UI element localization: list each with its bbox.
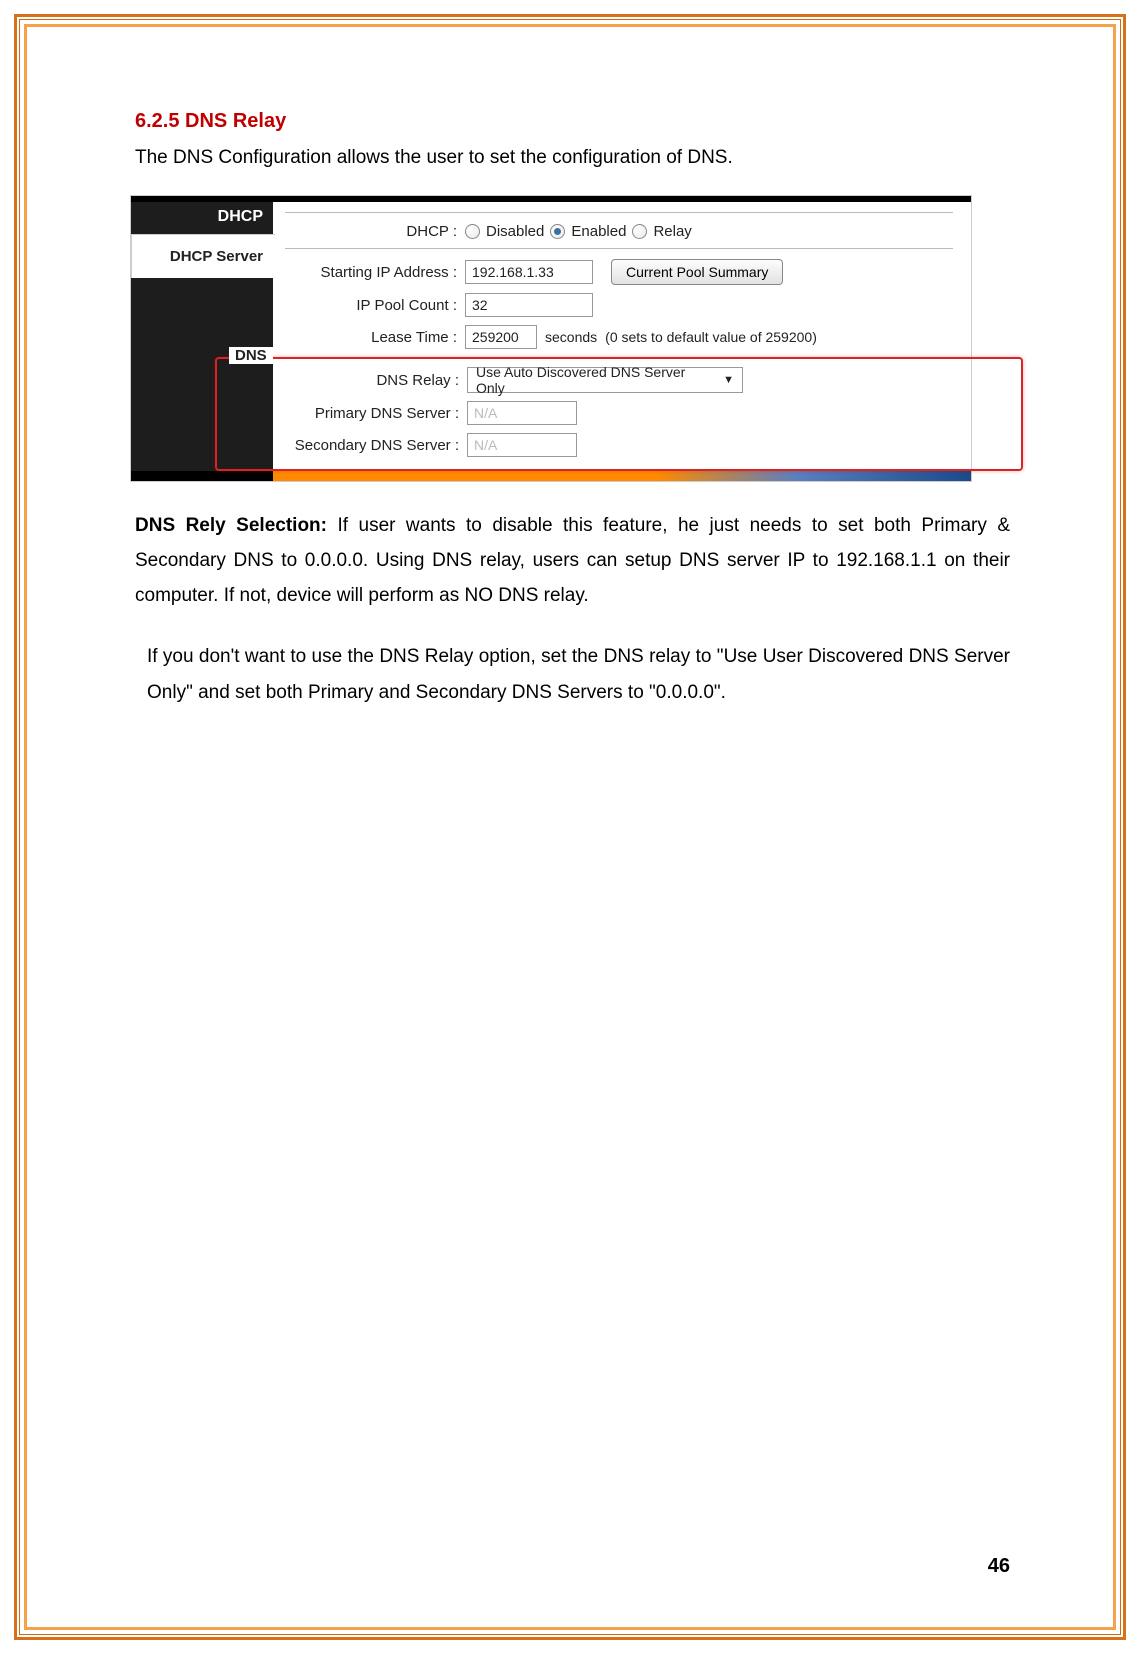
radio-enabled-label: Enabled (571, 223, 626, 240)
shot-main: DHCP : Disabled Enabled Relay Starting I… (273, 202, 971, 471)
dns-relay-label: DNS Relay : (287, 372, 467, 389)
section-intro: The DNS Configuration allows the user to… (135, 147, 1010, 169)
tab-dhcp-server[interactable]: DHCP Server (131, 234, 275, 278)
pool-count-label: IP Pool Count : (285, 297, 465, 314)
radio-disabled[interactable] (465, 224, 480, 239)
divider (285, 248, 953, 249)
dns-fieldset: DNS DNS Relay : Use Auto Discovered DNS … (215, 357, 1023, 471)
start-ip-label: Starting IP Address : (285, 264, 465, 281)
tab-dhcp[interactable]: DHCP (206, 202, 275, 232)
radio-relay[interactable] (632, 224, 647, 239)
para2-b2: 0.0.0.0 (656, 682, 714, 703)
chevron-down-icon: ▼ (723, 374, 734, 386)
pool-count-input[interactable] (465, 293, 593, 317)
section-heading: 6.2.5 DNS Relay (135, 110, 1010, 133)
primary-dns-input[interactable] (467, 401, 577, 425)
secondary-dns-label: Secondary DNS Server : (287, 437, 467, 454)
divider (285, 212, 953, 213)
para2-p2: " and set both Primary and Secondary DNS… (186, 682, 656, 703)
pool-summary-button[interactable]: Current Pool Summary (611, 259, 783, 285)
page-number: 46 (988, 1555, 1010, 1578)
para1-lead: DNS Rely Selection: (135, 515, 327, 536)
radio-disabled-label: Disabled (486, 223, 544, 240)
dns-relay-select[interactable]: Use Auto Discovered DNS Server Only ▼ (467, 367, 743, 393)
lease-input[interactable] (465, 325, 537, 349)
dns-relay-select-value: Use Auto Discovered DNS Server Only (476, 364, 715, 396)
para2-p3: ". (714, 682, 726, 703)
para2-p1: If you don't want to use the DNS Relay o… (147, 646, 724, 667)
lease-unit: seconds (545, 329, 597, 345)
radio-enabled[interactable] (550, 224, 565, 239)
shot-bottom-bar (131, 471, 971, 481)
paragraph-1: DNS Rely Selection: If user wants to dis… (135, 508, 1010, 613)
config-screenshot: DHCP DHCP Server DHCP : Disabled Enabled… (130, 195, 972, 482)
start-ip-input[interactable] (465, 260, 593, 284)
lease-note: (0 sets to default value of 259200) (605, 329, 817, 345)
radio-relay-label: Relay (653, 223, 691, 240)
secondary-dns-input[interactable] (467, 433, 577, 457)
dhcp-label: DHCP : (285, 223, 465, 240)
paragraph-2: If you don't want to use the DNS Relay o… (135, 639, 1010, 709)
dns-legend: DNS (229, 347, 273, 364)
primary-dns-label: Primary DNS Server : (287, 405, 467, 422)
lease-label: Lease Time : (285, 329, 465, 346)
